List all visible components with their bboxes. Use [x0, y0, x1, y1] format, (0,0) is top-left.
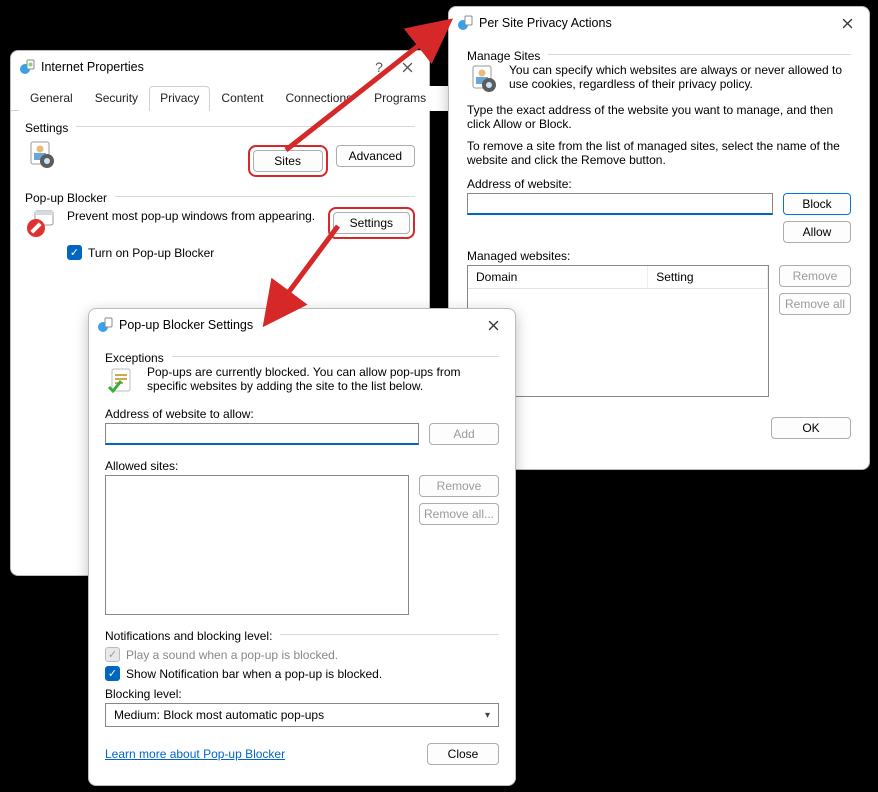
manage-sites-icon — [467, 63, 499, 95]
remove-button: Remove — [419, 475, 499, 497]
managed-label: Managed websites: — [467, 249, 851, 263]
tab-content[interactable]: Content — [210, 86, 274, 111]
settings-icon — [25, 139, 57, 171]
level-value: Medium: Block most automatic pop-ups — [114, 708, 324, 722]
popup-settings-window: Pop-up Blocker Settings Exceptions Pop-u… — [88, 308, 516, 786]
manage-desc-3: To remove a site from the list of manage… — [467, 139, 851, 167]
address-label: Address of website to allow: — [105, 407, 499, 421]
privacy-panel: Settings Sites Advanced Pop-up Blocker — [11, 111, 429, 274]
add-button: Add — [429, 423, 499, 445]
address-input[interactable] — [105, 423, 419, 445]
chevron-down-icon: ▾ — [485, 710, 490, 721]
level-select[interactable]: Medium: Block most automatic pop-ups ▾ — [105, 703, 499, 727]
level-label: Blocking level: — [105, 687, 499, 701]
learn-more-link[interactable]: Learn more about Pop-up Blocker — [105, 747, 285, 761]
advanced-button[interactable]: Advanced — [336, 145, 415, 167]
settings-button-highlight: Settings — [328, 207, 415, 239]
notif-label: Notifications and blocking level: — [105, 629, 272, 643]
popup-group-label: Pop-up Blocker — [25, 191, 107, 205]
popup-content: Exceptions Pop-ups are currently blocked… — [89, 341, 515, 775]
sites-button-highlight: Sites — [248, 145, 328, 177]
window-title: Per Site Privacy Actions — [479, 16, 833, 30]
sound-checkbox: ✓ — [105, 647, 120, 662]
window-title: Internet Properties — [41, 60, 365, 74]
bar-label: Show Notification bar when a pop-up is b… — [126, 667, 382, 681]
popup-blocker-icon — [25, 207, 57, 239]
ok-button[interactable]: OK — [771, 417, 851, 439]
exceptions-icon — [105, 365, 137, 397]
tab-connections[interactable]: Connections — [274, 86, 363, 111]
block-button[interactable]: Block — [783, 193, 851, 215]
close-button-bottom[interactable]: Close — [427, 743, 499, 765]
manage-desc-1: You can specify which websites are alway… — [509, 63, 851, 91]
close-button[interactable] — [393, 55, 421, 79]
col-domain[interactable]: Domain — [468, 266, 648, 289]
remove-all-button: Remove all — [779, 293, 851, 315]
titlebar: Per Site Privacy Actions — [449, 7, 869, 39]
sound-label: Play a sound when a pop-up is blocked. — [126, 648, 338, 662]
remove-all-button: Remove all... — [419, 503, 499, 525]
popup-checkbox-label: Turn on Pop-up Blocker — [88, 246, 214, 260]
popup-desc: Prevent most pop-up windows from appeari… — [67, 209, 315, 223]
address-input[interactable] — [467, 193, 773, 215]
titlebar: Pop-up Blocker Settings — [89, 309, 515, 341]
allowed-label: Allowed sites: — [105, 459, 499, 473]
sites-button[interactable]: Sites — [253, 150, 323, 172]
window-title: Pop-up Blocker Settings — [119, 318, 479, 332]
tabstrip: General Security Privacy Content Connect… — [11, 83, 429, 111]
tab-privacy[interactable]: Privacy — [149, 86, 210, 111]
tab-security[interactable]: Security — [84, 86, 149, 111]
settings-group-label: Settings — [25, 121, 68, 135]
popup-settings-button[interactable]: Settings — [333, 212, 410, 234]
help-button[interactable]: ? — [365, 55, 393, 79]
allowed-listbox[interactable] — [105, 475, 409, 615]
popup-checkbox[interactable]: ✓ — [67, 245, 82, 260]
exceptions-desc: Pop-ups are currently blocked. You can a… — [147, 365, 499, 393]
close-button[interactable] — [833, 11, 861, 35]
internet-options-icon — [19, 59, 35, 75]
close-button[interactable] — [479, 313, 507, 337]
address-label: Address of website: — [467, 177, 851, 191]
popup-settings-icon — [97, 317, 113, 333]
allow-button[interactable]: Allow — [783, 221, 851, 243]
tab-general[interactable]: General — [19, 86, 84, 111]
col-setting[interactable]: Setting — [648, 266, 768, 289]
manage-desc-2: Type the exact address of the website yo… — [467, 103, 851, 131]
privacy-icon — [457, 15, 473, 31]
remove-button: Remove — [779, 265, 851, 287]
manage-sites-label: Manage Sites — [467, 49, 540, 63]
tab-programs[interactable]: Programs — [363, 86, 437, 111]
bar-checkbox[interactable]: ✓ — [105, 666, 120, 681]
titlebar: Internet Properties ? — [11, 51, 429, 83]
exceptions-label: Exceptions — [105, 351, 164, 365]
